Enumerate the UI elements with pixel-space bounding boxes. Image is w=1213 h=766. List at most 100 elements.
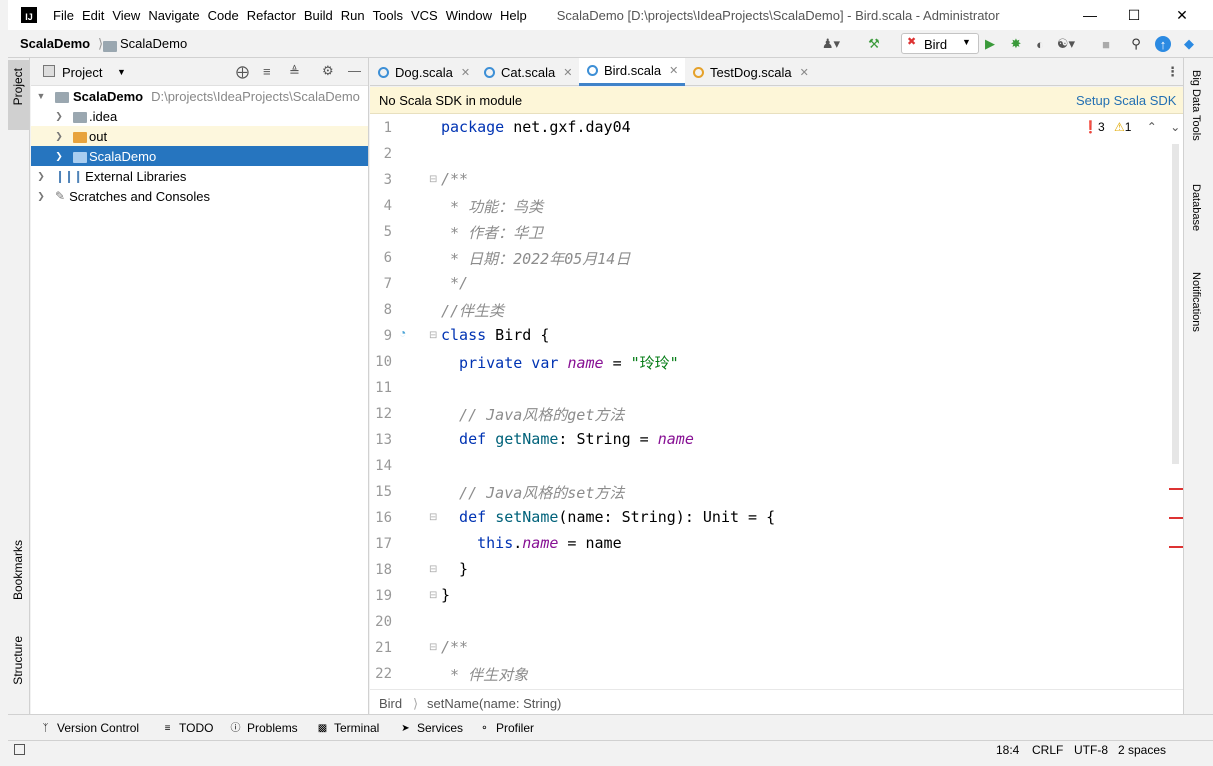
tree-row-root[interactable]: ▼ ScalaDemo D:\projects\IdeaProjects\Sca… [31,86,368,106]
project-panel-title[interactable]: Project [62,65,102,80]
fold-icon[interactable]: ⊟ [429,330,437,341]
toolbox-icon[interactable]: ◆ [1181,36,1197,52]
error-stripe-mark[interactable] [1169,488,1183,490]
code-token: : String = [558,430,658,448]
menu-code[interactable]: Code [208,8,239,23]
menu-navigate[interactable]: Navigate [148,8,199,23]
previous-highlight-icon[interactable]: ⌃ [1147,120,1157,134]
line-separator[interactable]: CRLF [1032,743,1063,757]
menu-view[interactable]: View [112,8,140,23]
profile-icon[interactable]: ☯▾ [1057,36,1075,52]
breadcrumb-module[interactable]: ScalaDemo [120,36,187,51]
stop-icon[interactable]: ■ [1098,36,1114,52]
close-tab-icon[interactable]: ✕ [800,66,809,79]
tool-tab-database[interactable]: Database [1190,184,1202,231]
expand-all-icon[interactable]: ≡ [263,64,271,79]
tab-dog-scala[interactable]: Dog.scala ✕ [370,58,476,86]
menu-edit[interactable]: Edit [82,8,104,23]
update-icon[interactable]: ↑ [1155,36,1171,52]
more-tabs-icon[interactable]: ⋮ [1166,64,1179,80]
build-hammer-icon[interactable]: ⚒ [866,36,882,52]
inspection-widget[interactable]: ❗3 ⚠1 ⌃ ⌄ [1083,120,1180,134]
tree-row-out[interactable]: ❯ out [31,126,368,146]
tab-testdog-scala[interactable]: TestDog.scala ✕ [685,58,815,86]
collapse-all-icon[interactable]: ≜ [289,64,300,80]
chevron-right-icon[interactable]: ❯ [53,111,65,122]
menu-vcs[interactable]: VCS [411,8,438,23]
next-highlight-icon[interactable]: ⌄ [1170,120,1180,134]
error-count: 3 [1097,120,1105,134]
indent-setting[interactable]: 2 spaces [1118,743,1166,757]
breadcrumb-project[interactable]: ScalaDemo [20,36,90,51]
caret-position[interactable]: 18:4 [996,743,1019,757]
debug-icon[interactable]: ✸ [1008,36,1024,52]
tree-row-external-libraries[interactable]: ❯ ❙❙❙ External Libraries [31,166,368,186]
tool-terminal[interactable]: ▩ Terminal [317,721,380,735]
chevron-down-icon[interactable]: ▼ [117,67,126,77]
close-tab-icon[interactable]: ✕ [563,66,572,79]
run-icon[interactable]: ▶ [982,36,998,52]
coverage-icon[interactable]: ◐ [1032,36,1048,52]
gear-icon[interactable]: ⚙ [322,63,334,79]
tool-problems[interactable]: ⓘ Problems [230,721,298,735]
tool-tab-bookmarks[interactable]: Bookmarks [11,540,25,600]
chevron-right-icon[interactable]: ❯ [53,131,65,142]
locate-icon[interactable]: ⨁ [236,64,249,80]
error-icon: ❗ [1083,120,1098,134]
tool-tab-structure[interactable]: Structure [11,636,25,685]
tool-tab-project[interactable]: Project [8,60,29,130]
code-editor[interactable]: ❗3 ⚠1 ⌃ ⌄ 1 2 3 4 5 6 7 8 9 10 11 12 13 … [370,114,1183,689]
close-tab-icon[interactable]: ✕ [669,64,678,77]
file-encoding[interactable]: UTF-8 [1074,743,1108,757]
run-config-error-icon: ✖ [907,36,917,48]
tool-version-control[interactable]: ᛉ Version Control [40,721,140,735]
menu-tools[interactable]: Tools [373,8,403,23]
error-stripe-mark[interactable] [1169,517,1183,519]
minimize-button[interactable]: — [1067,0,1113,30]
tool-profiler[interactable]: ⚬ Profiler [479,721,534,735]
tab-cat-scala[interactable]: Cat.scala ✕ [476,58,579,86]
fold-icon[interactable]: ⊟ [429,174,437,185]
maximize-button[interactable]: ☐ [1111,0,1157,30]
scrollbar-thumb[interactable] [1172,144,1179,464]
implemented-icon[interactable]: ◔ [399,326,406,340]
fold-icon[interactable]: ⊟ [429,590,437,601]
code-line-12: // Java风格的get方法 [441,406,625,424]
tool-tab-notifications[interactable]: Notifications [1190,272,1202,332]
fold-icon[interactable]: ⊟ [429,642,437,653]
error-stripe-mark[interactable] [1169,546,1183,548]
tool-tab-big-data-tools[interactable]: Big Data Tools [1190,70,1202,141]
code-line-17: this.name = name [441,534,622,552]
tool-services[interactable]: ➤ Services [400,721,463,735]
menu-help[interactable]: Help [500,8,527,23]
menu-build[interactable]: Build [304,8,333,23]
tree-row-idea[interactable]: ❯ .idea [31,106,368,126]
left-tool-stripe: Project Bookmarks Structure [8,58,30,714]
menu-file[interactable]: File [53,8,74,23]
search-icon[interactable]: ⚲ [1128,36,1144,52]
tool-todo[interactable]: ≡ TODO [162,721,214,735]
breadcrumb-method[interactable]: setName(name: String) [427,696,561,711]
menu-refactor[interactable]: Refactor [247,8,296,23]
close-tab-icon[interactable]: ✕ [461,66,470,79]
menu-window[interactable]: Window [446,8,492,23]
breadcrumb-class[interactable]: Bird [379,696,402,711]
tab-bird-scala[interactable]: Bird.scala ✕ [579,58,685,86]
user-icon[interactable]: ♟▾ [822,36,840,52]
chevron-right-icon[interactable]: ❯ [35,191,47,202]
run-configuration-select[interactable]: ✖ Bird ▼ [901,33,979,54]
hide-panel-icon[interactable]: — [348,63,361,78]
fold-icon[interactable]: ⊟ [429,564,437,575]
fold-icon[interactable]: ⊟ [429,512,437,523]
close-window-button[interactable]: ✕ [1159,0,1205,30]
chevron-down-icon[interactable]: ▼ [35,91,47,101]
tree-row-scalademo[interactable]: ❯ ScalaDemo [31,146,368,166]
tree-row-scratches[interactable]: ❯ ✎ Scratches and Consoles [31,186,368,206]
tool-window-toggle-icon[interactable] [14,744,25,755]
list-icon: ≡ [164,722,171,734]
chevron-right-icon[interactable]: ❯ [53,151,65,162]
menu-run[interactable]: Run [341,8,365,23]
chevron-right-icon[interactable]: ❯ [35,171,47,182]
setup-scala-sdk-link[interactable]: Setup Scala SDK [1076,93,1176,108]
tree-label: ScalaDemo [89,148,157,164]
